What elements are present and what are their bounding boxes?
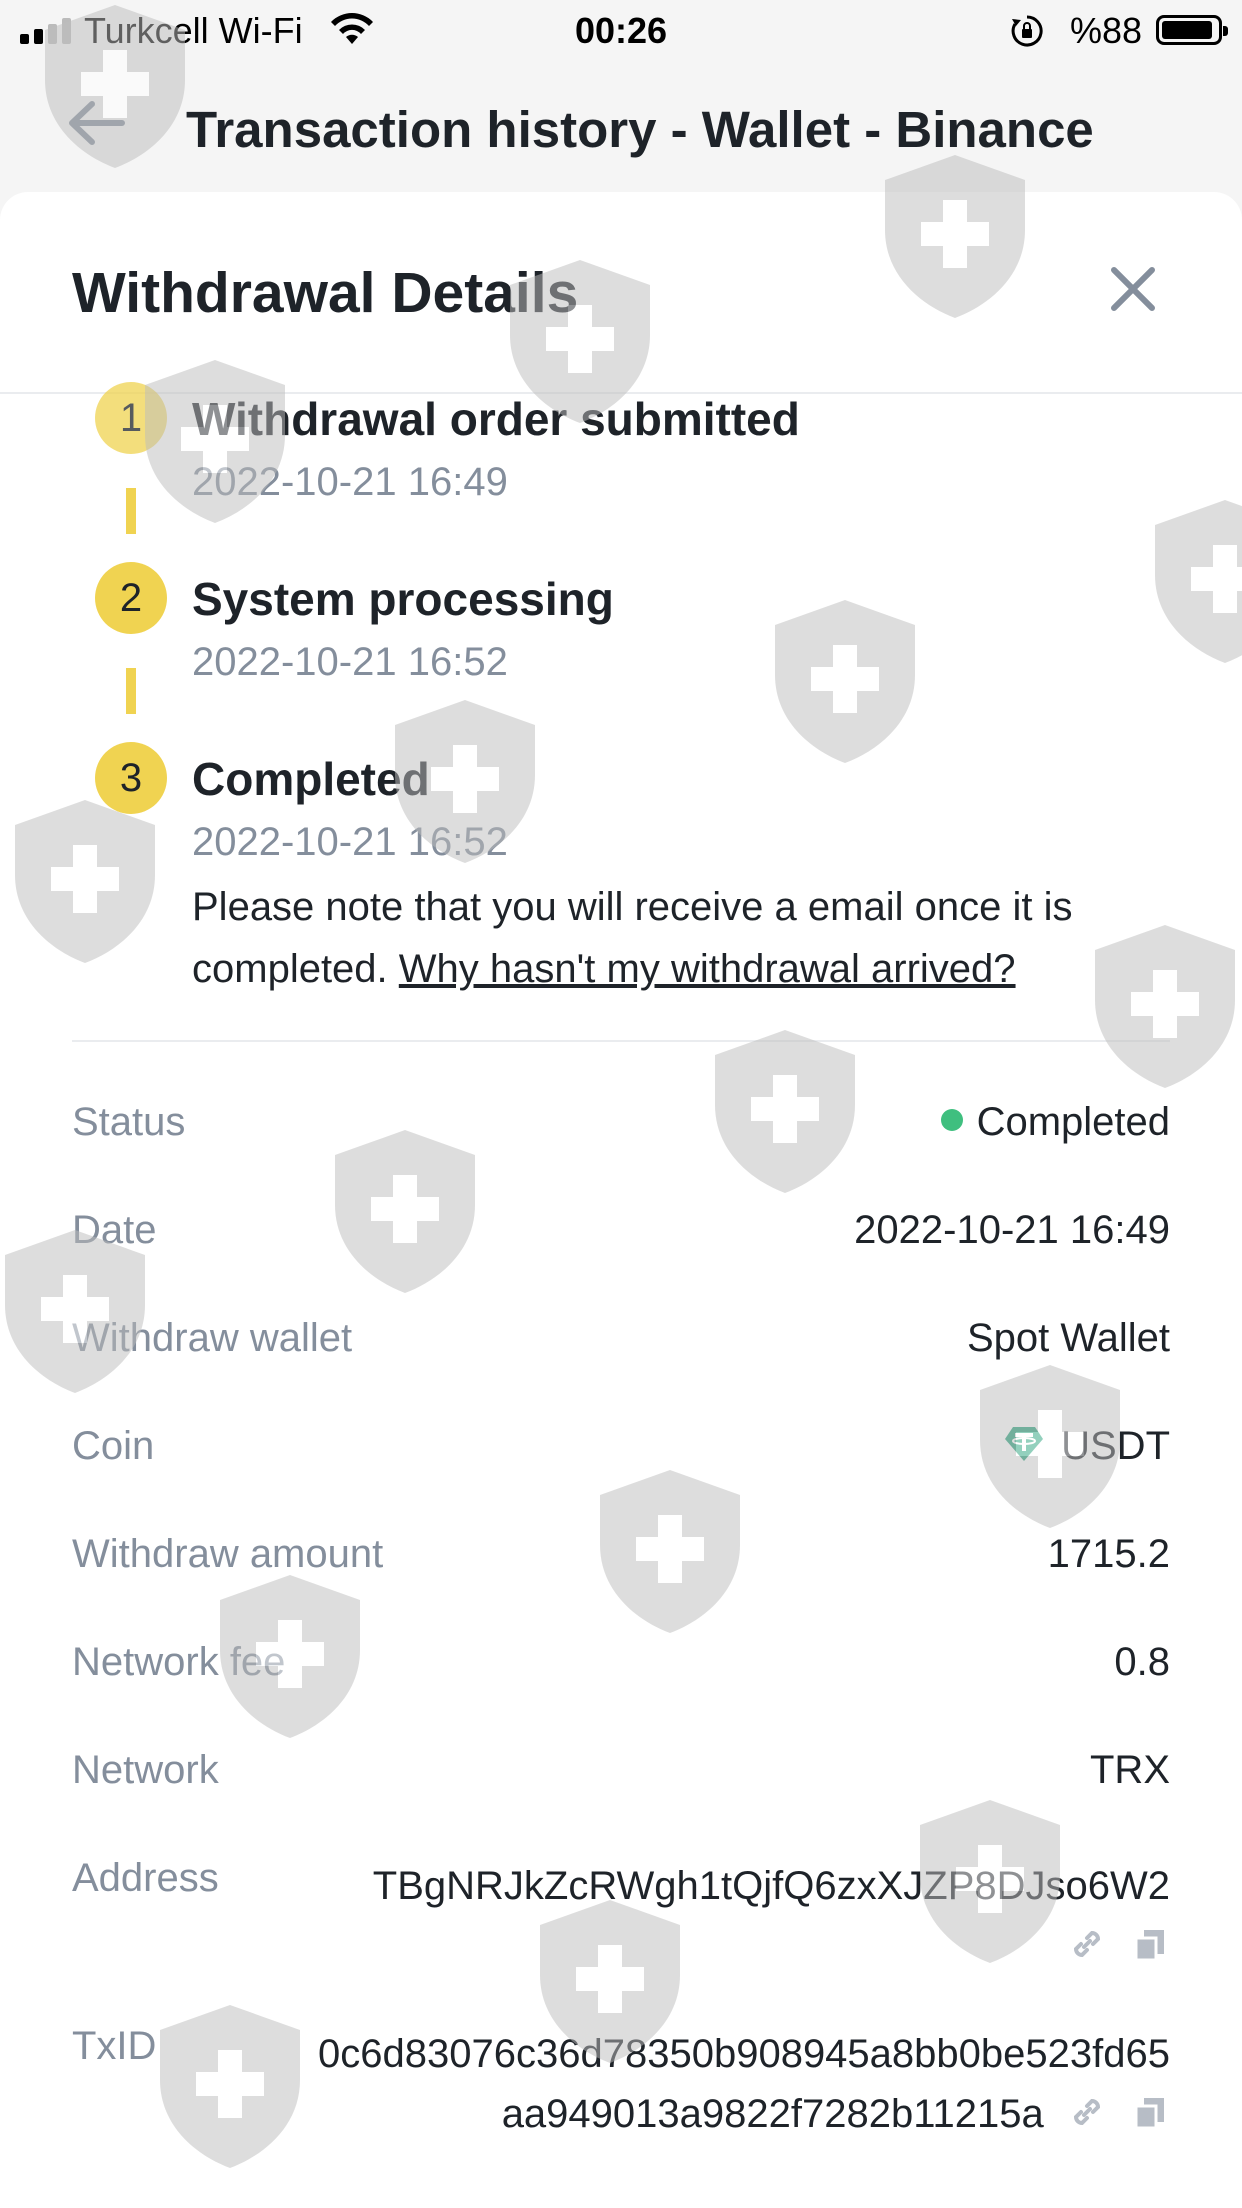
step-1-time: 2022-10-21 16:49	[192, 460, 508, 504]
network-label: Network	[72, 1748, 219, 1792]
withdrawal-help-link[interactable]: Why hasn't my withdrawal arrived?	[399, 947, 1016, 991]
status-bar: Turkcell Wi-Fi 00:26 %88	[0, 0, 1242, 62]
status-dot-icon	[940, 1109, 963, 1132]
detail-row-wallet: Withdraw wallet Spot Wallet	[72, 1316, 1170, 1386]
txid-text: 0c6d83076c36d78350b908945a8bb0be523fd65a…	[318, 2032, 1170, 2136]
step-1-title: Withdrawal order submitted	[192, 393, 800, 445]
usdt-icon	[1005, 1427, 1044, 1462]
step-3-badge: 3	[95, 742, 167, 814]
step-3-title: Completed	[192, 753, 430, 805]
amount-value: 1715.2	[1047, 1532, 1170, 1576]
step-2-badge: 2	[95, 562, 167, 634]
address-text: TBgNRJkZcRWgh1tQjfQ6zxXJZP8DJso6W2	[372, 1864, 1170, 1908]
page-title: Transaction history - Wallet - Binance	[186, 101, 1094, 158]
coin-symbol: USDT	[1061, 1424, 1170, 1468]
wallet-label: Withdraw wallet	[72, 1316, 353, 1360]
status-value: Completed	[940, 1100, 1170, 1145]
fee-label: Network fee	[72, 1640, 286, 1684]
withdrawal-details-sheet: Withdrawal Details 1 Withdrawal order su…	[0, 192, 1242, 2208]
detail-row-txid: TxID 0c6d83076c36d78350b908945a8bb0be523…	[72, 2024, 1170, 2154]
detail-row-date: Date 2022-10-21 16:49	[72, 1208, 1170, 1278]
step-connector	[126, 488, 136, 534]
step-3-time: 2022-10-21 16:52	[192, 820, 508, 864]
section-divider	[72, 1040, 1170, 1042]
date-label: Date	[72, 1208, 157, 1252]
orientation-lock-icon	[1011, 15, 1043, 47]
step-connector	[126, 668, 136, 714]
link-icon[interactable]	[1067, 2092, 1107, 2132]
fee-value: 0.8	[1114, 1640, 1170, 1684]
address-value: TBgNRJkZcRWgh1tQjfQ6zxXJZP8DJso6W2	[310, 1856, 1170, 1976]
detail-row-network: Network TRX	[72, 1748, 1170, 1818]
copy-icon[interactable]	[1130, 1924, 1170, 1964]
detail-row-coin: Coin USDT	[72, 1424, 1170, 1494]
sheet-title: Withdrawal Details	[72, 261, 579, 325]
top-nav: Transaction history - Wallet - Binance	[0, 62, 1242, 192]
battery-percent: %88	[1069, 10, 1142, 51]
network-value: TRX	[1090, 1748, 1170, 1792]
clock: 00:26	[574, 10, 668, 51]
coin-value: USDT	[1003, 1424, 1170, 1469]
close-icon[interactable]	[1108, 264, 1158, 314]
battery-icon	[1156, 15, 1228, 45]
txid-label: TxID	[72, 2024, 157, 2068]
txid-value: 0c6d83076c36d78350b908945a8bb0be523fd65a…	[310, 2024, 1170, 2144]
amount-label: Withdraw amount	[72, 1532, 384, 1576]
link-icon[interactable]	[1067, 1924, 1107, 1964]
address-label: Address	[72, 1856, 219, 1900]
date-value: 2022-10-21 16:49	[854, 1208, 1170, 1252]
coin-label: Coin	[72, 1424, 155, 1468]
detail-row-status: Status Completed	[72, 1100, 1170, 1170]
detail-row-fee: Network fee 0.8	[72, 1640, 1170, 1710]
status-label: Status	[72, 1100, 186, 1144]
completion-note: Please note that you will receive a emai…	[192, 876, 1152, 1000]
step-2-title: System processing	[192, 573, 614, 625]
back-arrow-icon[interactable]	[66, 98, 126, 148]
copy-icon[interactable]	[1130, 2092, 1170, 2132]
status-badge: Completed	[976, 1100, 1170, 1144]
wallet-value: Spot Wallet	[966, 1316, 1170, 1360]
detail-row-address: Address TBgNRJkZcRWgh1tQjfQ6zxXJZP8DJso6…	[72, 1856, 1170, 1986]
step-1-badge: 1	[95, 382, 167, 454]
detail-row-amount: Withdraw amount 1715.2	[72, 1532, 1170, 1602]
step-2-time: 2022-10-21 16:52	[192, 640, 508, 684]
